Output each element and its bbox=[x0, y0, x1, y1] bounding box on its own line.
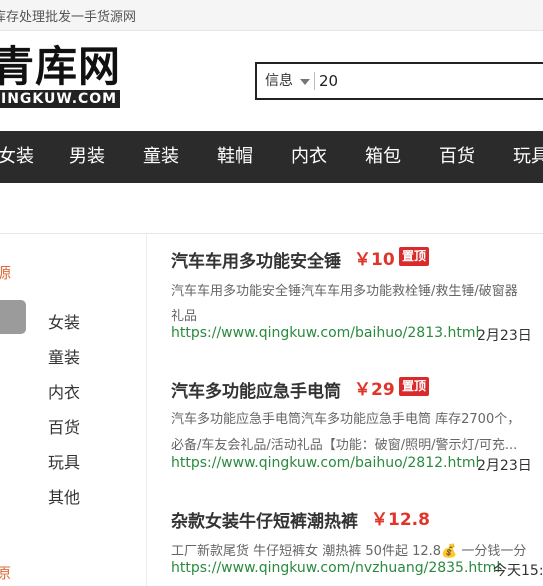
search-type-select[interactable]: 信息 bbox=[257, 64, 315, 98]
listing-title[interactable]: 汽车多功能应急手电筒 bbox=[171, 377, 341, 402]
listing-title[interactable]: 汽车车用多功能安全锤 bbox=[171, 247, 341, 272]
site-logo-domain: INGKUW.COM bbox=[0, 90, 121, 108]
pinned-badge: 置顶 bbox=[399, 377, 430, 396]
listing-description: 汽车车用多功能安全锤汽车车用多功能救栓锤/救生锤/破窗器 bbox=[171, 284, 518, 299]
sidebar-active-indicator bbox=[0, 300, 26, 334]
nav-item-kids[interactable]: 童装 bbox=[143, 131, 179, 183]
top-bar: 库存处理批发一手货源网 bbox=[0, 0, 543, 31]
search-input[interactable] bbox=[319, 66, 543, 96]
listing-date: 2月23日 bbox=[477, 458, 532, 474]
sidebar-divider bbox=[146, 234, 147, 586]
sidebar-item-underwear[interactable]: 内衣 bbox=[48, 379, 80, 403]
sidebar-footer-heading: 原 bbox=[0, 564, 12, 582]
listing-url[interactable]: https://www.qingkuw.com/baihuo/2813.html bbox=[171, 325, 479, 341]
listing-price: ￥29 bbox=[354, 380, 395, 400]
section-divider bbox=[0, 233, 543, 234]
sidebar-item-other[interactable]: 其他 bbox=[48, 484, 80, 508]
search-type-label: 信息 bbox=[265, 73, 293, 89]
sidebar-item-kids[interactable]: 童装 bbox=[48, 344, 80, 368]
sidebar-item-toys[interactable]: 玩具 bbox=[48, 449, 80, 473]
nav-item-general[interactable]: 百货 bbox=[439, 131, 475, 183]
nav-item-bags[interactable]: 箱包 bbox=[365, 131, 401, 183]
sidebar-item-women[interactable]: 女装 bbox=[48, 309, 80, 333]
nav-item-underwear[interactable]: 内衣 bbox=[291, 131, 327, 183]
sidebar-heading: 源 bbox=[0, 264, 12, 282]
site-tagline: 库存处理批发一手货源网 bbox=[0, 10, 137, 25]
listing-url[interactable]: https://www.qingkuw.com/baihuo/2812.html bbox=[171, 455, 479, 471]
listing-date: 2月23日 bbox=[477, 328, 532, 344]
listing-description: 工厂新款尾货 牛仔短裤女 潮热裤 50件起 12.8💰 一分钱一分 bbox=[171, 544, 527, 559]
sidebar-item-general[interactable]: 百货 bbox=[48, 414, 80, 438]
nav-item-women[interactable]: 女装 bbox=[0, 131, 34, 183]
listing-url[interactable]: https://www.qingkuw.com/nvzhuang/2835.ht… bbox=[171, 560, 500, 576]
nav-item-shoes[interactable]: 鞋帽 bbox=[217, 131, 253, 183]
listing-description: 汽车多功能应急手电筒汽车多功能应急手电筒 库存2700个， bbox=[171, 412, 521, 427]
pinned-badge: 置顶 bbox=[399, 247, 430, 266]
listing-description: 礼品 bbox=[171, 309, 198, 324]
listing-description: 必备/车友会礼品/活动礼品【功能：破窗/照明/警示灯/可充... bbox=[171, 438, 518, 453]
listing-date: 今天15: bbox=[493, 563, 543, 579]
main-nav: 女装 男装 童装 鞋帽 内衣 箱包 百货 玩具 bbox=[0, 131, 543, 183]
site-logo[interactable]: 青库网 bbox=[0, 44, 121, 90]
nav-item-men[interactable]: 男装 bbox=[69, 131, 105, 183]
nav-item-toys[interactable]: 玩具 bbox=[513, 131, 543, 183]
chevron-down-icon bbox=[300, 79, 310, 85]
search-divider bbox=[314, 72, 315, 90]
listing-price: ￥10 bbox=[354, 250, 395, 270]
search-box: 信息 bbox=[255, 62, 543, 100]
listing-title[interactable]: 杂款女装牛仔短裤潮热裤 bbox=[171, 507, 358, 532]
listing-price: ￥12.8 bbox=[371, 510, 430, 530]
